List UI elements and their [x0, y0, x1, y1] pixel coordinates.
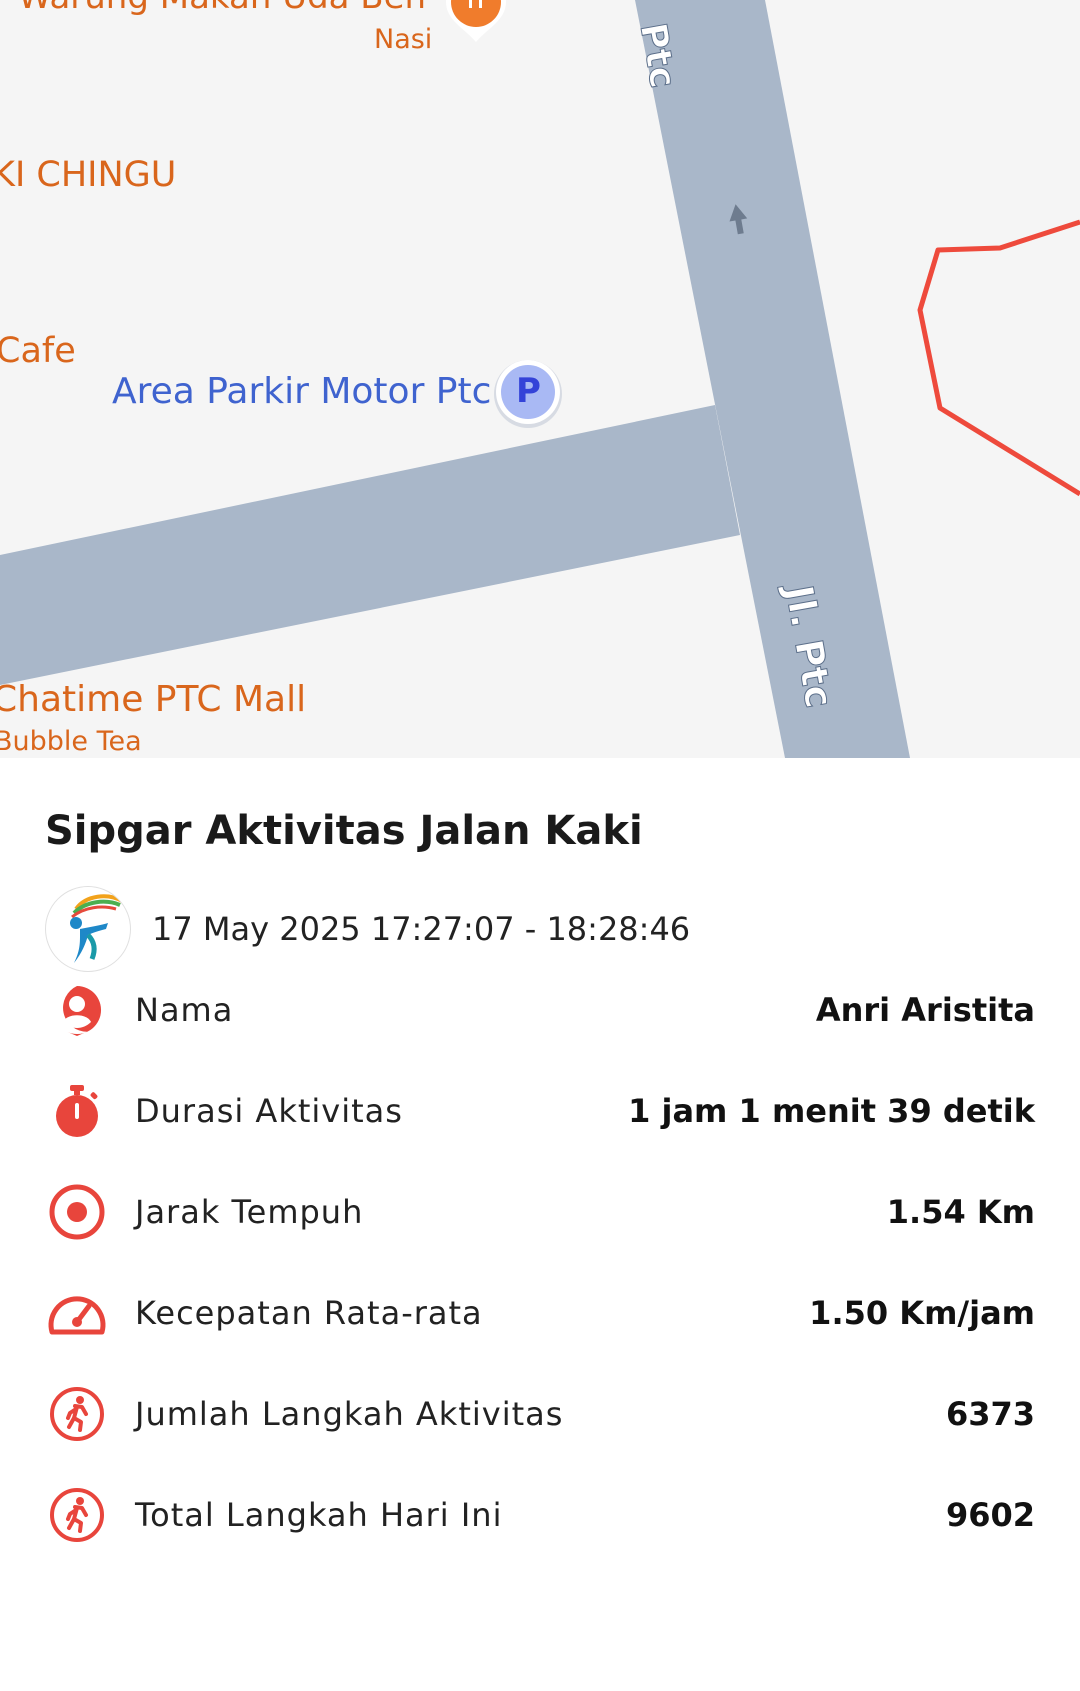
walking-icon	[45, 1382, 109, 1446]
stat-row-jarak: Jarak Tempuh 1.54 Km	[45, 1180, 1035, 1244]
user-pin-icon	[45, 978, 109, 1042]
stat-value: 1 jam 1 menit 39 detik	[628, 1092, 1035, 1130]
route-line	[917, 219, 1080, 497]
stat-label: Total Langkah Hari Ini	[135, 1496, 503, 1534]
runner-logo-icon	[70, 894, 123, 963]
restaurant-marker-icon	[446, 0, 506, 42]
map-view[interactable]: Warung Makan Uda Ben Nasi KI CHINGU Cafe…	[0, 0, 1080, 758]
walking-icon	[45, 1483, 109, 1547]
stat-row-durasi: Durasi Aktivitas 1 jam 1 menit 39 detik	[45, 1079, 1035, 1143]
poi-parkir-label[interactable]: Area Parkir Motor Ptc	[112, 374, 491, 410]
poi-bubble-tea-label: Bubble Tea	[0, 726, 142, 757]
page-title: Sipgar Aktivitas Jalan Kaki	[45, 808, 643, 854]
stat-value: Anri Aristita	[815, 991, 1035, 1029]
stat-row-langkah-hari-ini: Total Langkah Hari Ini 9602	[45, 1483, 1035, 1547]
speedometer-icon	[45, 1281, 109, 1345]
poi-nasi-label: Nasi	[374, 24, 433, 55]
stat-value: 1.54 Km	[886, 1193, 1035, 1231]
stat-value: 6373	[945, 1395, 1035, 1433]
poi-chatime-label[interactable]: Chatime PTC Mall	[0, 682, 306, 718]
stat-label: Kecepatan Rata-rata	[135, 1294, 483, 1332]
activity-summary-panel: Sipgar Aktivitas Jalan Kaki 17 May 2025 …	[0, 758, 1080, 1691]
poi-warung-label[interactable]: Warung Makan Uda Ben	[18, 0, 426, 14]
stat-row-kecepatan: Kecepatan Rata-rata 1.50 Km/jam	[45, 1281, 1035, 1345]
road-vertical	[635, 0, 910, 758]
stat-value: 9602	[945, 1496, 1035, 1534]
stat-label: Durasi Aktivitas	[135, 1092, 403, 1130]
stat-row-nama: Nama Anri Aristita	[45, 978, 1035, 1042]
poi-cafe-label[interactable]: Cafe	[0, 334, 76, 369]
stat-label: Jarak Tempuh	[135, 1193, 364, 1231]
poi-chingu-label[interactable]: KI CHINGU	[0, 158, 176, 193]
stat-row-langkah-aktivitas: Jumlah Langkah Aktivitas 6373	[45, 1382, 1035, 1446]
parking-symbol: P	[516, 371, 541, 411]
stat-label: Jumlah Langkah Aktivitas	[135, 1395, 564, 1433]
stopwatch-icon	[45, 1079, 109, 1143]
stat-value: 1.50 Km/jam	[809, 1294, 1035, 1332]
activity-datetime: 17 May 2025 17:27:07 - 18:28:46	[152, 910, 691, 948]
stat-label: Nama	[135, 991, 234, 1029]
target-icon	[45, 1180, 109, 1244]
road-diagonal	[0, 405, 740, 685]
app-logo	[45, 886, 131, 972]
